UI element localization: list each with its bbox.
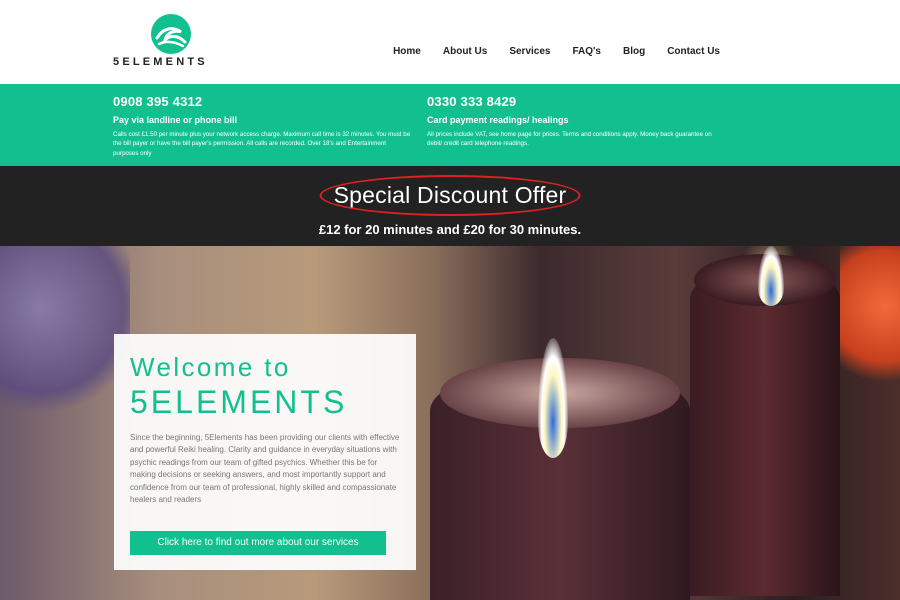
welcome-heading-line2: 5ELEMENTS [130, 384, 348, 420]
phone-number-left[interactable]: 0908 395 4312 [113, 94, 413, 109]
candle-flame-icon [538, 338, 568, 458]
nav-blog[interactable]: Blog [623, 46, 645, 57]
lavender-decoration [0, 246, 130, 416]
nav-about-us[interactable]: About Us [443, 46, 487, 57]
services-cta-button[interactable]: Click here to find out more about our se… [130, 531, 386, 555]
phone-terms-left: Calls cost £1.50 per minute plus your ne… [113, 131, 411, 157]
main-nav: Home About Us Services FAQ's Blog Contac… [393, 46, 720, 57]
phone-number-right[interactable]: 0330 333 8429 [427, 94, 727, 109]
wave-logo-icon [151, 14, 191, 54]
offer-band: Special Discount Offer £12 for 20 minute… [0, 166, 900, 246]
phone-terms-right: All prices include VAT, see home page fo… [427, 131, 712, 148]
logo[interactable]: 5ELEMENTS [113, 12, 233, 72]
offer-title-wrap: Special Discount Offer [319, 175, 581, 216]
welcome-heading-line1: Welcome to [130, 352, 291, 382]
nav-home[interactable]: Home [393, 46, 421, 57]
hero-banner: Welcome to 5ELEMENTS Since the beginning… [0, 246, 900, 600]
phone-info-right: 0330 333 8429 Card payment readings/ hea… [427, 94, 727, 149]
phone-subtitle-left: Pay via landline or phone bill [113, 115, 238, 125]
phone-subtitle-right: Card payment readings/ healings [427, 115, 569, 125]
logo-text: 5ELEMENTS [113, 56, 208, 68]
nav-services[interactable]: Services [509, 46, 550, 57]
red-highlight-circle [319, 175, 581, 216]
welcome-card: Welcome to 5ELEMENTS Since the beginning… [114, 334, 416, 570]
site-header: 5ELEMENTS Home About Us Services FAQ's B… [0, 0, 900, 84]
flowers-decoration [840, 246, 900, 396]
candle-right [690, 266, 840, 596]
nav-contact-us[interactable]: Contact Us [667, 46, 720, 57]
phone-info-left: 0908 395 4312 Pay via landline or phone … [113, 94, 413, 158]
offer-prices: £12 for 20 minutes and £20 for 30 minute… [318, 222, 582, 237]
info-band: 0908 395 4312 Pay via landline or phone … [0, 84, 900, 166]
nav-faqs[interactable]: FAQ's [572, 46, 601, 57]
welcome-body-text: Since the beginning, 5Elements has been … [130, 433, 400, 504]
